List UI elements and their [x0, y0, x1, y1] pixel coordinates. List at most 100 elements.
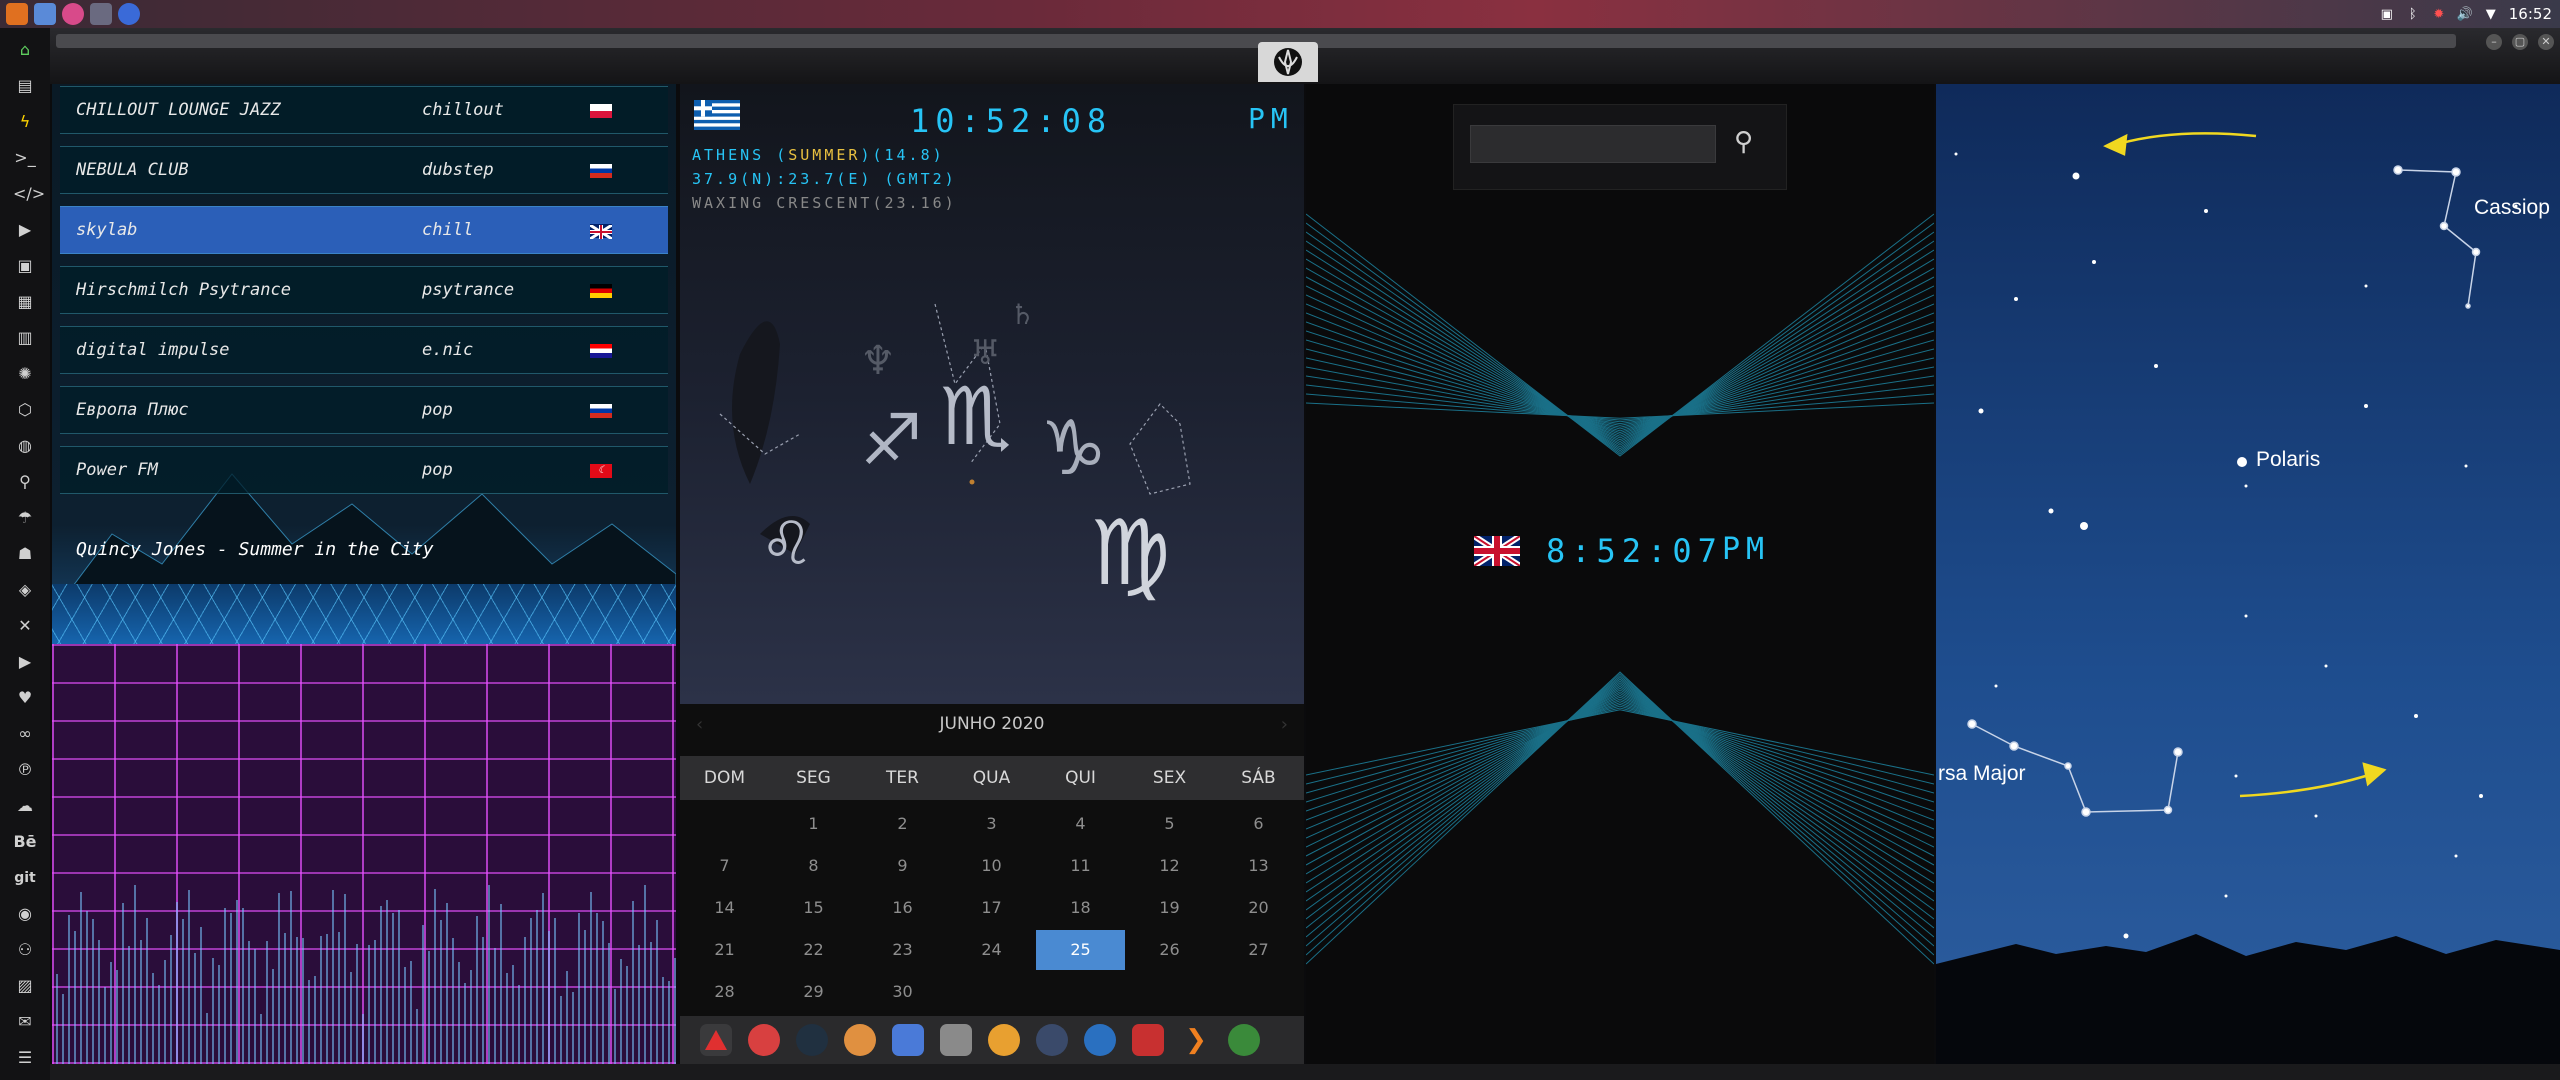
news-icon[interactable]: ▥ [13, 326, 37, 350]
calendar-dock-icon[interactable] [1132, 1024, 1164, 1056]
launcher-icon[interactable] [6, 3, 28, 25]
yandex-dock-icon[interactable] [1228, 1024, 1260, 1056]
calendar-day[interactable]: 21 [680, 930, 769, 970]
calendar-day-today[interactable]: 25 [1036, 930, 1125, 970]
chrome-icon[interactable] [118, 3, 140, 25]
calendar-day[interactable]: 29 [769, 972, 858, 1012]
list-icon[interactable]: ☰ [13, 1046, 37, 1070]
globe-dock-icon[interactable] [1084, 1024, 1116, 1056]
play-icon[interactable]: ▶ [13, 218, 37, 242]
calendar-day[interactable]: 23 [858, 930, 947, 970]
launcher-dock-icon[interactable] [700, 1024, 732, 1056]
news-dock-icon[interactable] [940, 1024, 972, 1056]
minimize-button[interactable]: – [2486, 34, 2502, 50]
calendar-day[interactable]: 26 [1125, 930, 1214, 970]
rebel-alliance-icon[interactable] [1258, 42, 1318, 82]
calendar-day[interactable]: 11 [1036, 846, 1125, 886]
calendar-day[interactable]: 20 [1214, 888, 1303, 928]
planet-dock-icon[interactable] [796, 1024, 828, 1056]
calendar-day[interactable]: 2 [858, 804, 947, 844]
map-icon[interactable]: ▨ [13, 974, 37, 998]
hexagon-icon[interactable]: ⬡ [13, 398, 37, 422]
wifi-icon[interactable]: ▼ [2483, 6, 2499, 22]
station-row[interactable]: CHILLOUT LOUNGE JAZZ chillout [60, 86, 668, 134]
calendar-day[interactable]: 8 [769, 846, 858, 886]
calendar-day[interactable]: 17 [947, 888, 1036, 928]
terminal-icon[interactable]: >_ [13, 146, 37, 170]
behance-icon[interactable]: Bē [13, 830, 37, 854]
mail-icon[interactable]: ✉ [13, 1010, 37, 1034]
calendar-day[interactable]: 5 [1125, 804, 1214, 844]
calendar-next-button[interactable]: › [1281, 714, 1288, 735]
rebel-icon[interactable]: ✺ [13, 362, 37, 386]
calendar-day[interactable]: 14 [680, 888, 769, 928]
pinterest-icon[interactable]: ℗ [13, 758, 37, 782]
search-dock-icon[interactable] [988, 1024, 1020, 1056]
close-button[interactable]: ✕ [2538, 34, 2554, 50]
github-icon[interactable]: ◉ [13, 902, 37, 926]
screenshot-icon[interactable]: ▣ [2379, 6, 2395, 22]
window-switcher-icon[interactable] [90, 3, 112, 25]
video-icon[interactable]: ▣ [13, 254, 37, 278]
sound-icon[interactable]: 🔊 [2457, 6, 2473, 22]
url-bar[interactable] [56, 34, 2456, 48]
infinity-icon[interactable]: ∞ [13, 722, 37, 746]
tools-icon[interactable]: ✕ [13, 614, 37, 638]
search-icon[interactable]: ⚲ [1734, 127, 1753, 157]
russia-flag-icon [590, 404, 612, 418]
calendar-day[interactable]: 16 [858, 888, 947, 928]
people-icon[interactable]: ⚇ [13, 938, 37, 962]
calendar-day[interactable]: 12 [1125, 846, 1214, 886]
calendar-day[interactable]: 30 [858, 972, 947, 1012]
tag-icon[interactable]: ◈ [13, 578, 37, 602]
station-row[interactable]: NEBULA CLUB dubstep [60, 146, 668, 194]
document-icon[interactable]: ▤ [13, 74, 37, 98]
files-app-icon[interactable] [34, 3, 56, 25]
calendar-day[interactable]: 6 [1214, 804, 1303, 844]
calendar-day[interactable]: 10 [947, 846, 1036, 886]
youtube-icon[interactable]: ▶ [13, 650, 37, 674]
bluetooth-icon[interactable]: ᛒ [2405, 6, 2421, 22]
forward-dock-icon[interactable]: ❯ [1180, 1024, 1212, 1056]
station-row[interactable]: Европа Плюс pop [60, 386, 668, 434]
update-icon[interactable]: ✹ [2431, 6, 2447, 22]
calendar-day[interactable]: 9 [858, 846, 947, 886]
search-input[interactable] [1470, 125, 1716, 163]
station-row[interactable]: Power FM pop ☾ [60, 446, 668, 494]
calendar-day[interactable]: 7 [680, 846, 769, 886]
hourglass-dock-icon[interactable] [748, 1024, 780, 1056]
image-icon[interactable]: ▦ [13, 290, 37, 314]
calendar-day[interactable]: 1 [769, 804, 858, 844]
heart-icon[interactable]: ♥ [13, 686, 37, 710]
calendar-day[interactable]: 24 [947, 930, 1036, 970]
translate-dock-icon[interactable] [892, 1024, 924, 1056]
decor-line [1306, 700, 1934, 821]
git-icon[interactable]: git [13, 866, 37, 890]
calendar-day[interactable]: 13 [1214, 846, 1303, 886]
calendar-day[interactable]: 4 [1036, 804, 1125, 844]
station-row-selected[interactable]: skylab chill [60, 206, 668, 254]
station-row[interactable]: digital impulse e.nic [60, 326, 668, 374]
calendar-day[interactable]: 28 [680, 972, 769, 1012]
image-viewer-dock-icon[interactable] [844, 1024, 876, 1056]
calendar-day[interactable]: 18 [1036, 888, 1125, 928]
clock-time[interactable]: 16:52 [2509, 5, 2552, 23]
bolt-icon[interactable]: ϟ [13, 110, 37, 134]
calendar-day[interactable]: 19 [1125, 888, 1214, 928]
globe-icon[interactable]: ◍ [13, 434, 37, 458]
contacts-icon[interactable]: ☗ [13, 542, 37, 566]
station-row[interactable]: Hirschmilch Psytrance psytrance [60, 266, 668, 314]
svg-text:♑: ♑ [1040, 404, 1107, 492]
calendar-day[interactable]: 22 [769, 930, 858, 970]
clock-dock-icon[interactable] [1036, 1024, 1068, 1056]
home-icon[interactable]: ⌂ [13, 38, 37, 62]
calendar-day[interactable]: 27 [1214, 930, 1303, 970]
code-icon[interactable]: </> [13, 182, 45, 206]
maximize-button[interactable]: ▢ [2512, 34, 2528, 50]
calendar-day[interactable]: 15 [769, 888, 858, 928]
umbrella-icon[interactable]: ☂ [13, 506, 37, 530]
search-icon[interactable]: ⚲ [13, 470, 37, 494]
browser-icon[interactable] [62, 3, 84, 25]
cloud-icon[interactable]: ☁ [13, 794, 37, 818]
calendar-day[interactable]: 3 [947, 804, 1036, 844]
